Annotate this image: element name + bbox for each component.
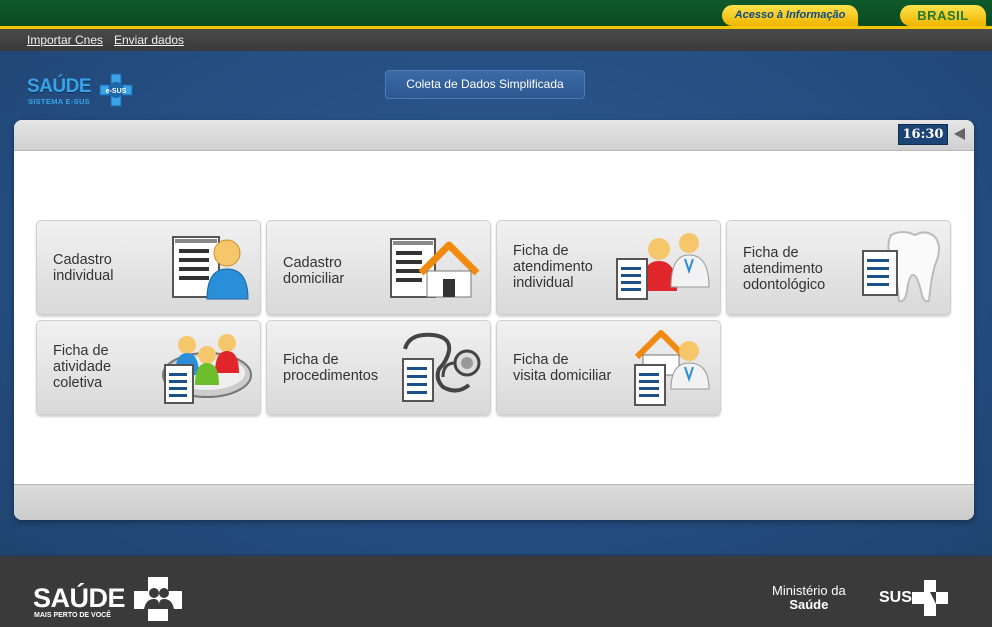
- tile-cadastro-domiciliar[interactable]: Cadastro domiciliar: [266, 220, 491, 315]
- procedimentos-icon: [402, 332, 481, 402]
- collapse-arrow-icon[interactable]: [954, 128, 965, 140]
- cadastro-individual-icon: [172, 236, 249, 300]
- atendimento-individual-icon: [616, 233, 710, 300]
- content-panel: 16:30 Cadastro individual Cadastro domicil…: [14, 120, 974, 520]
- saude-logo-text: SAÚDE: [33, 583, 126, 613]
- saude-tagline: MAIS PERTO DE VOCÊ: [34, 612, 111, 619]
- tile-label: Cadastro domiciliar: [283, 255, 345, 287]
- tile-label: Ficha de atendimento individual: [513, 243, 593, 291]
- panel-footer-bar: [14, 484, 974, 520]
- esus-badge-text: e-SUS: [106, 88, 127, 95]
- tile-cadastro-individual[interactable]: Cadastro individual: [36, 220, 261, 315]
- esus-logo-subtitle: SISTEMA E-SUS: [28, 97, 90, 106]
- visita-domiciliar-icon: [634, 330, 710, 406]
- tile-atendimento-individual[interactable]: Ficha de atendimento individual: [496, 220, 721, 315]
- brasil-link[interactable]: BRASIL: [900, 5, 986, 26]
- top-link-bar: Importar Cnes Enviar dados: [0, 29, 992, 51]
- tile-label: Ficha de procedimentos: [283, 352, 379, 384]
- tile-procedimentos[interactable]: Ficha de procedimentos: [266, 320, 491, 415]
- tile-label: Ficha de atendimento odontológico: [743, 245, 826, 293]
- importar-cnes-link[interactable]: Importar Cnes: [27, 33, 103, 47]
- clock-display: 16:30: [898, 124, 948, 145]
- tile-label: Ficha de atividade coletiva: [53, 343, 112, 391]
- tile-visita-domiciliar[interactable]: Ficha de visita domiciliar: [496, 320, 721, 415]
- tile-atividade-coletiva[interactable]: Ficha de atividade coletiva: [36, 320, 261, 415]
- ministerio-line2: Saúde: [789, 597, 829, 612]
- sus-cross-icon: [912, 580, 948, 616]
- sus-logo: SUS: [879, 589, 912, 607]
- tile-atendimento-odontologico[interactable]: Ficha de atendimento odontológico: [726, 220, 951, 315]
- enviar-dados-link[interactable]: Enviar dados: [114, 33, 184, 47]
- esus-logo-text: SAÚDE: [27, 76, 92, 97]
- sus-label: SUS: [879, 589, 912, 606]
- acesso-informacao-link[interactable]: Acesso à Informação: [722, 5, 858, 26]
- tile-label: Ficha de visita domiciliar: [513, 352, 612, 384]
- ministerio-da-saude-logo: Ministério da Saúde: [772, 584, 846, 612]
- tile-label: Cadastro individual: [53, 252, 114, 284]
- panel-toolbar: 16:30: [14, 120, 974, 151]
- cadastro-domiciliar-icon: [390, 238, 480, 298]
- saude-mais-perto-logo: SAÚDE MAIS PERTO DE VOCÊ: [33, 583, 126, 619]
- app-title-button[interactable]: Coleta de Dados Simplificada: [385, 70, 585, 99]
- esus-cross-icon: e-SUS: [99, 73, 133, 107]
- saude-cross-icon: [134, 577, 182, 621]
- ministerio-line1: Ministério da: [772, 583, 846, 598]
- esus-logo: SAÚDE SISTEMA E-SUS e-SUS: [27, 72, 133, 108]
- atividade-coletiva-icon: [162, 334, 252, 404]
- atendimento-odontologico-icon: [862, 231, 940, 303]
